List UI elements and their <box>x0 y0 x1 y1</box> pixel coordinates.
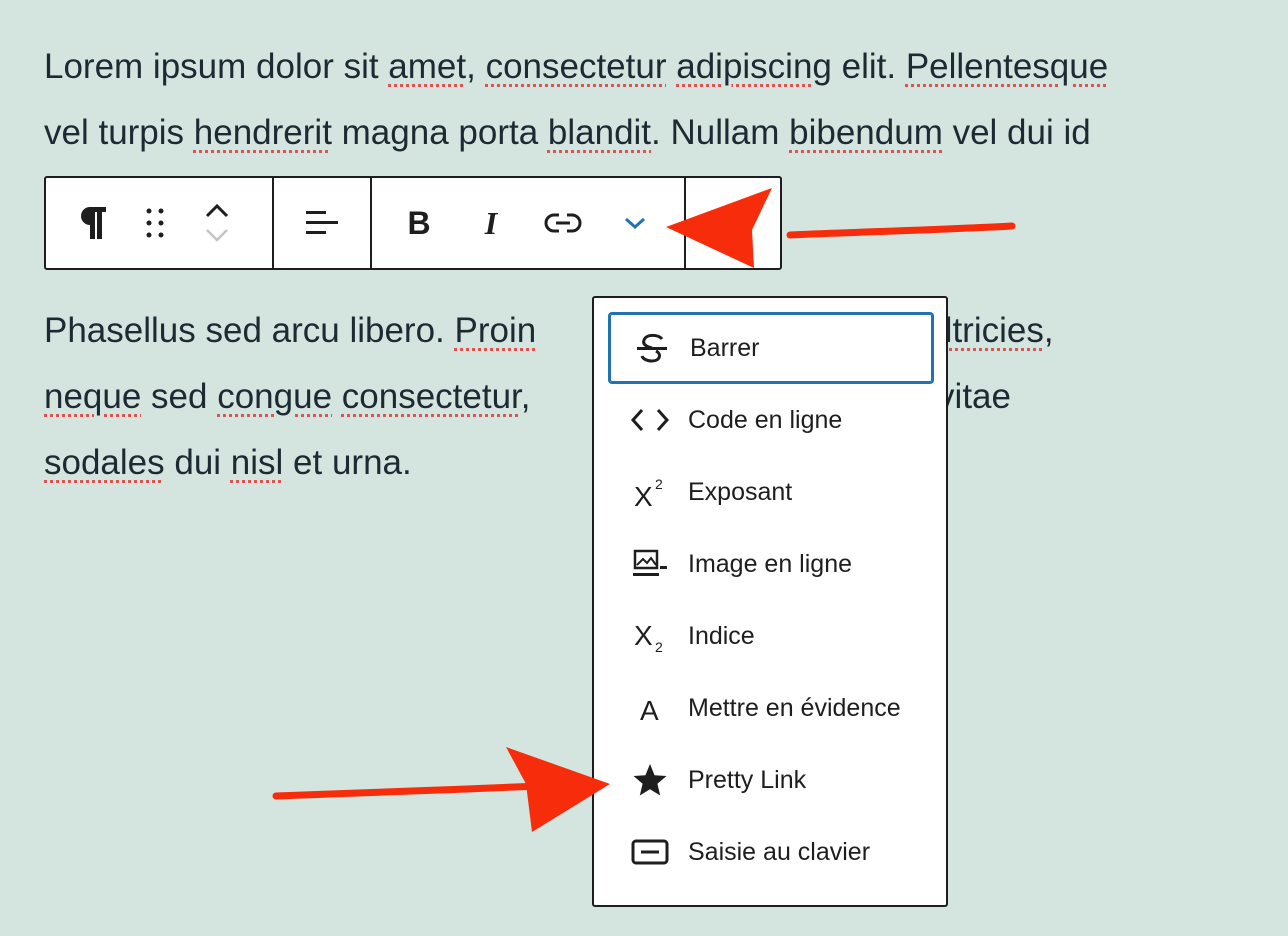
annotation-arrow-pretty-link <box>272 747 610 832</box>
text-segment: vel dui id <box>942 113 1091 152</box>
menu-item-keyboard-input[interactable]: Saisie au clavier <box>608 816 934 888</box>
formatting-group: B I <box>372 178 686 268</box>
menu-item-pretty-link[interactable]: Pretty Link <box>608 744 934 816</box>
svg-text:2: 2 <box>655 476 663 492</box>
block-mover <box>186 192 248 254</box>
misspelled-word: congue <box>217 377 333 416</box>
misspelled-word: amet <box>388 47 467 86</box>
menu-item-subscript[interactable]: X 2 Indice <box>608 600 934 672</box>
menu-item-superscript[interactable]: X 2 Exposant <box>608 456 934 528</box>
drag-handle-icon <box>145 207 165 239</box>
chevron-down-icon <box>622 215 648 231</box>
text-segment <box>332 377 342 416</box>
bold-button[interactable]: B <box>388 192 450 254</box>
paragraph-1-line-1: Lorem ipsum dolor sit amet, consectetur … <box>44 34 1108 100</box>
superscript-icon: X 2 <box>618 475 682 509</box>
keyboard-input-icon <box>618 839 682 865</box>
misspelled-word: hendrerit <box>193 113 332 152</box>
align-button[interactable] <box>291 192 353 254</box>
align-left-icon <box>304 209 340 237</box>
menu-item-inline-image[interactable]: Image en ligne <box>608 528 934 600</box>
italic-label: I <box>484 204 498 241</box>
menu-item-label: Mettre en évidence <box>688 693 901 722</box>
menu-item-label: Code en ligne <box>688 405 843 434</box>
more-formats-button[interactable] <box>604 192 666 254</box>
text-segment: dui <box>164 443 231 482</box>
toolbar-extra-group <box>686 178 780 268</box>
chevron-down-icon[interactable] <box>204 226 230 244</box>
chevron-up-icon[interactable] <box>204 202 230 220</box>
link-icon <box>544 211 582 235</box>
text-segment: et urna. <box>283 443 412 482</box>
text-segment: Lorem ipsum dolor sit <box>44 47 389 86</box>
drag-handle-button[interactable] <box>124 192 186 254</box>
text-segment: magna porta <box>331 113 548 152</box>
misspelled-word: sodales <box>44 443 165 482</box>
menu-item-inline-code[interactable]: Code en ligne <box>608 384 934 456</box>
text-segment: Phasellus sed arcu libero. <box>44 311 455 350</box>
subscript-icon: X 2 <box>618 619 682 653</box>
menu-item-label: Barrer <box>690 333 760 362</box>
menu-item-label: Exposant <box>688 477 793 506</box>
paragraph-1-line-2: vel turpis hendrerit magna porta blandit… <box>44 100 1108 166</box>
menu-item-label: Pretty Link <box>688 765 807 794</box>
more-formats-menu: Barrer Code en ligne X 2 Exposant Image … <box>592 296 948 907</box>
svg-text:A: A <box>640 695 659 723</box>
bold-label: B <box>407 204 431 241</box>
misspelled-word: adipiscing <box>676 47 832 86</box>
misspelled-word: Proin <box>454 311 537 350</box>
misspelled-word: consectetur <box>485 47 667 86</box>
paragraph-block-button[interactable] <box>62 192 124 254</box>
misspelled-word: consectetur <box>341 377 521 416</box>
highlight-icon: A <box>618 693 682 723</box>
strikethrough-icon <box>620 331 684 365</box>
svg-text:X: X <box>634 481 653 509</box>
text-segment: . Nullam <box>651 113 790 152</box>
link-button[interactable] <box>532 192 594 254</box>
star-icon <box>618 762 682 798</box>
paragraph-icon <box>78 205 108 241</box>
paragraph-1[interactable]: Lorem ipsum dolor sit amet, consectetur … <box>44 34 1108 166</box>
menu-item-label: Indice <box>688 621 755 650</box>
menu-item-label: Image en ligne <box>688 549 853 578</box>
misspelled-word: neque <box>44 377 142 416</box>
text-segment: , <box>466 47 486 86</box>
block-type-group <box>46 178 274 268</box>
text-segment: sed <box>141 377 218 416</box>
text-segment: , <box>1043 311 1054 350</box>
menu-item-strikethrough[interactable]: Barrer <box>608 312 934 384</box>
svg-text:2: 2 <box>655 639 663 653</box>
block-toolbar: B I <box>44 176 782 270</box>
italic-button[interactable]: I <box>460 192 522 254</box>
inline-image-icon <box>618 549 682 579</box>
text-segment: vel turpis <box>44 113 194 152</box>
text-segment: elit. <box>831 47 906 86</box>
menu-item-highlight[interactable]: A Mettre en évidence <box>608 672 934 744</box>
svg-text:X: X <box>634 620 653 651</box>
misspelled-word: blandit <box>547 113 652 152</box>
misspelled-word: bibendum <box>789 113 943 152</box>
text-segment <box>536 311 546 350</box>
menu-item-label: Saisie au clavier <box>688 837 871 866</box>
text-segment <box>667 47 677 86</box>
misspelled-word: nisl <box>230 443 284 482</box>
alignment-group <box>274 178 372 268</box>
code-icon <box>618 406 682 434</box>
misspelled-word: Pellentesque <box>905 47 1109 86</box>
